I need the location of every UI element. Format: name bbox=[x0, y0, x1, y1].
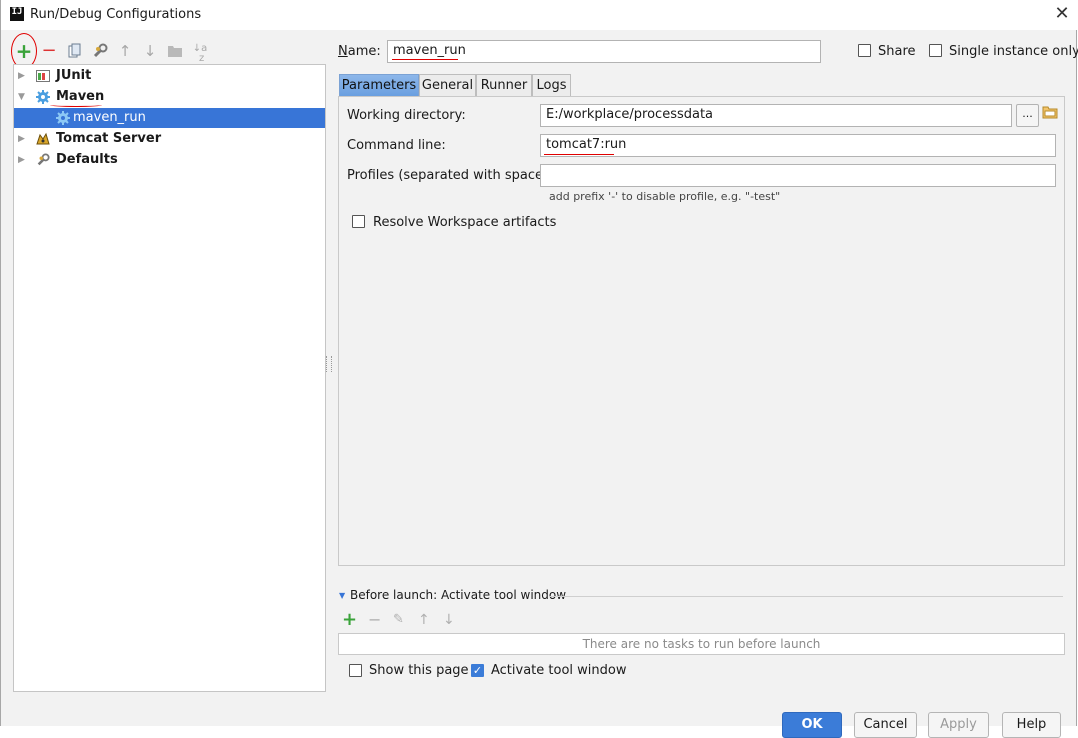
profiles-hint: add prefix '-' to disable profile, e.g. … bbox=[549, 190, 781, 203]
window-title: Run/Debug Configurations bbox=[30, 7, 202, 22]
move-task-down-button[interactable]: ↓ bbox=[443, 611, 455, 629]
share-label: Share bbox=[878, 44, 916, 59]
tab-logs[interactable]: Logs bbox=[532, 74, 571, 96]
close-icon[interactable]: ✕ bbox=[1053, 4, 1071, 24]
collapse-arrow-icon[interactable]: ▼ bbox=[18, 87, 25, 107]
activate-tool-window-label: Activate tool window bbox=[491, 663, 627, 678]
run-debug-dialog: IJ Run/Debug Configurations ✕ + − ↑ ↓ ↓a… bbox=[0, 0, 1078, 738]
tree-item-maven-run[interactable]: maven_run bbox=[14, 108, 325, 128]
apply-button[interactable]: Apply bbox=[928, 712, 989, 738]
intellij-app-icon: IJ bbox=[10, 7, 24, 21]
move-task-up-button[interactable]: ↑ bbox=[418, 611, 430, 629]
move-down-button[interactable]: ↓ bbox=[140, 41, 160, 61]
tree-item-defaults[interactable]: ▶ Defaults bbox=[14, 150, 325, 170]
tab-parameters[interactable]: Parameters bbox=[339, 74, 419, 96]
profiles-field[interactable] bbox=[540, 164, 1056, 187]
edit-task-button[interactable]: ✎ bbox=[393, 612, 404, 628]
expand-arrow-icon[interactable]: ▶ bbox=[18, 66, 25, 86]
expand-arrow-icon[interactable]: ▶ bbox=[18, 129, 25, 149]
help-button[interactable]: Help bbox=[1002, 712, 1061, 738]
pencil-icon: ✎ bbox=[393, 612, 404, 627]
show-page-checkbox[interactable] bbox=[349, 664, 362, 677]
tree-item-label: JUnit bbox=[56, 68, 92, 83]
folder-variable-icon bbox=[1042, 106, 1058, 119]
ok-button[interactable]: OK bbox=[782, 712, 842, 738]
collapse-triangle-icon[interactable]: ▼ bbox=[339, 591, 345, 600]
browse-button[interactable]: ... bbox=[1016, 104, 1039, 127]
remove-task-button[interactable]: − bbox=[368, 610, 381, 630]
move-up-button[interactable]: ↑ bbox=[115, 41, 135, 61]
tree-item-label: Tomcat Server bbox=[56, 131, 162, 146]
create-folder-button[interactable] bbox=[165, 41, 185, 61]
tree-item-label: Defaults bbox=[56, 152, 118, 167]
sort-icon: ↓a z bbox=[192, 43, 208, 64]
junit-icon bbox=[36, 70, 50, 82]
activate-tool-window-checkbox[interactable]: ✓ bbox=[471, 664, 484, 677]
profiles-label: Profiles (separated with space): bbox=[347, 168, 553, 183]
sort-button[interactable]: ↓a z bbox=[190, 41, 210, 64]
add-task-button[interactable]: + bbox=[342, 610, 357, 630]
expand-arrow-icon[interactable]: ▶ bbox=[18, 150, 25, 170]
section-divider bbox=[549, 596, 1063, 597]
name-label: Name: bbox=[338, 44, 381, 59]
tomcat-icon bbox=[36, 132, 50, 145]
wrench-icon bbox=[93, 43, 108, 58]
tree-item-junit[interactable]: ▶ JUnit bbox=[14, 66, 325, 86]
cancel-button[interactable]: Cancel bbox=[854, 712, 917, 738]
splitter-handle[interactable] bbox=[326, 356, 332, 372]
tree-item-label: maven_run bbox=[73, 110, 146, 125]
share-checkbox[interactable] bbox=[858, 44, 871, 57]
before-launch-title[interactable]: Before launch: Activate tool window bbox=[350, 588, 566, 602]
resolve-workspace-checkbox[interactable] bbox=[352, 215, 365, 228]
tab-runner[interactable]: Runner bbox=[476, 74, 532, 96]
edit-defaults-button[interactable] bbox=[90, 41, 110, 61]
show-page-label: Show this page bbox=[369, 663, 469, 678]
command-line-label: Command line: bbox=[347, 138, 446, 153]
single-instance-checkbox[interactable] bbox=[929, 44, 942, 57]
annotation-underline bbox=[544, 152, 614, 155]
tree-item-tomcat-server[interactable]: ▶ Tomcat Server bbox=[14, 129, 325, 149]
tab-general[interactable]: General bbox=[419, 74, 476, 96]
single-instance-label: Single instance only bbox=[949, 44, 1078, 59]
maven-gear-icon bbox=[36, 90, 50, 104]
folder-icon bbox=[168, 46, 182, 57]
before-launch-task-list[interactable]: There are no tasks to run before launch bbox=[338, 633, 1065, 655]
empty-task-text: There are no tasks to run before launch bbox=[582, 637, 821, 651]
copy-configuration-button[interactable] bbox=[65, 41, 85, 61]
annotation-underline bbox=[392, 57, 458, 60]
command-line-field[interactable]: tomcat7:run bbox=[540, 134, 1056, 157]
macro-folder-button[interactable] bbox=[1042, 104, 1058, 120]
configuration-tree[interactable]: ▶ JUnit ▼ Maven maven_run ▶ Tomcat Serve… bbox=[13, 64, 326, 692]
maven-gear-icon bbox=[56, 111, 70, 125]
remove-configuration-button[interactable]: − bbox=[39, 41, 59, 61]
annotation-underline bbox=[50, 103, 102, 107]
title-bar: IJ Run/Debug Configurations ✕ bbox=[1, 0, 1077, 30]
working-directory-field[interactable]: E:/workplace/processdata bbox=[540, 104, 1012, 127]
working-directory-label: Working directory: bbox=[347, 108, 466, 123]
wrench-icon bbox=[37, 153, 50, 166]
resolve-workspace-label: Resolve Workspace artifacts bbox=[373, 215, 557, 230]
copy-icon bbox=[68, 43, 81, 58]
